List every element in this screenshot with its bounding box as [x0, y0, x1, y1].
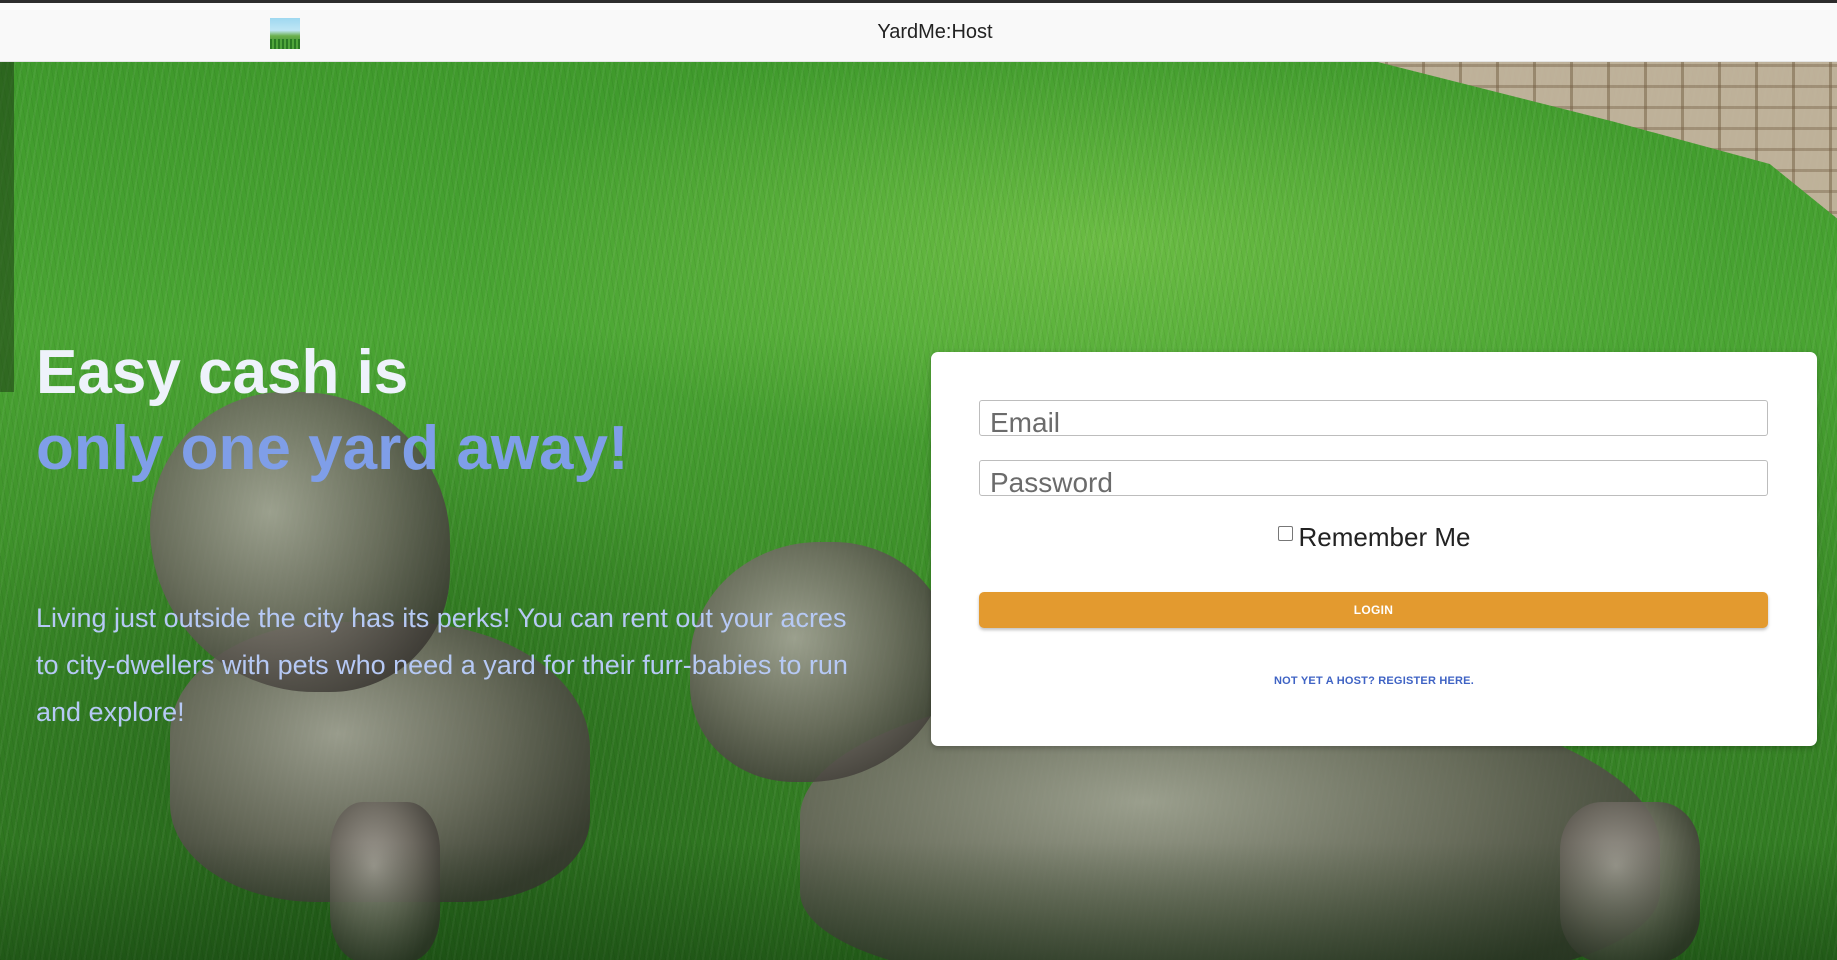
hero-description: Living just outside the city has its per… — [36, 603, 848, 727]
hero-headline: Easy cash is only one yard away! — [36, 335, 629, 487]
email-field[interactable] — [979, 400, 1768, 436]
remember-me-row: Remember Me — [931, 520, 1817, 556]
login-card: Remember Me LOGIN NOT YET A HOST? REGIST… — [931, 352, 1817, 746]
page: YardMe:Host Easy cash is only one yard a… — [0, 0, 1837, 960]
app-header: YardMe:Host — [0, 3, 1837, 62]
ground-shadow — [0, 842, 1837, 960]
remember-me-checkbox[interactable] — [1277, 526, 1293, 541]
headline-line-2: only one yard away! — [36, 414, 629, 483]
remember-me-label[interactable]: Remember Me — [1299, 520, 1471, 554]
register-link[interactable]: NOT YET A HOST? REGISTER HERE. — [931, 675, 1817, 687]
password-field[interactable] — [979, 460, 1768, 496]
headline-line-1: Easy cash is — [36, 338, 409, 407]
app-title: YardMe:Host — [877, 21, 993, 43]
left-shade — [0, 62, 14, 392]
remember-me-control[interactable]: Remember Me — [1277, 520, 1471, 554]
login-button[interactable]: LOGIN — [979, 592, 1768, 628]
